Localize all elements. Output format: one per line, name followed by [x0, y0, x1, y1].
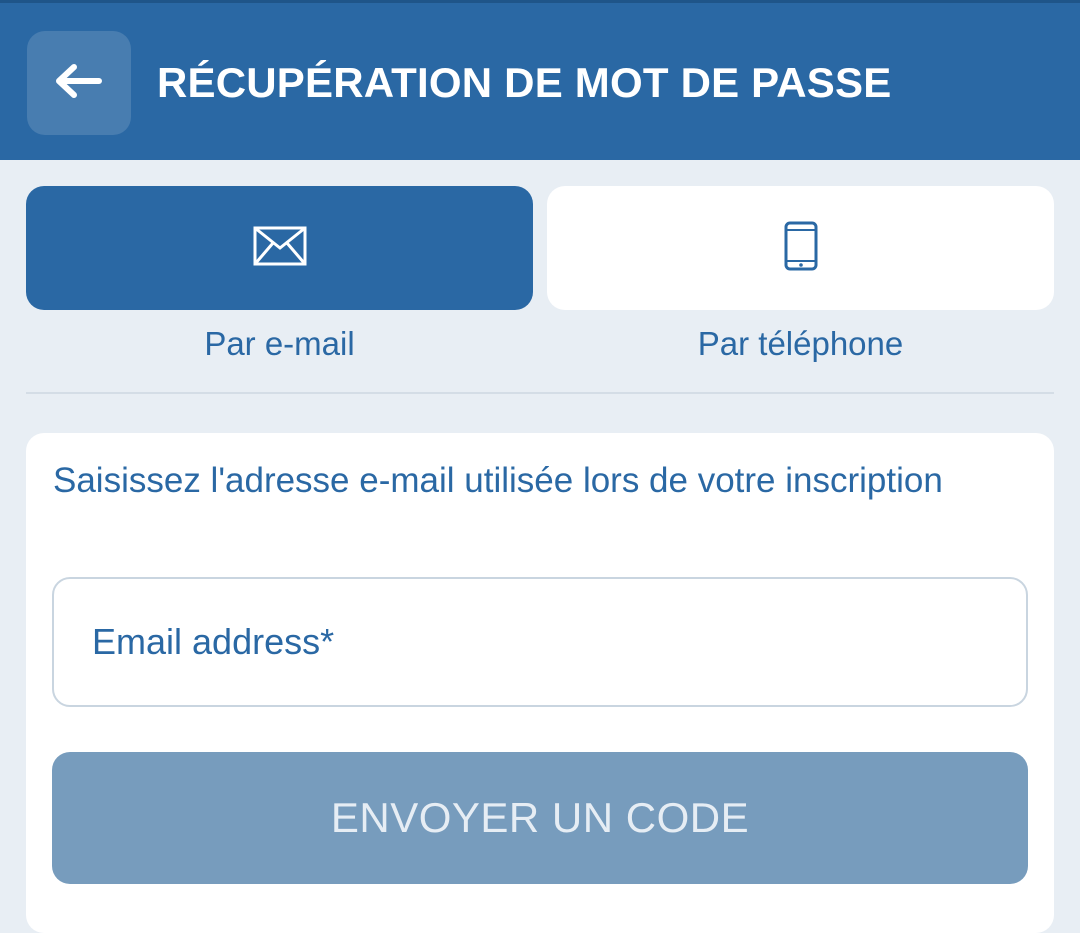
email-field[interactable] — [52, 577, 1028, 707]
smartphone-icon — [784, 221, 818, 276]
tab-phone-label[interactable]: Par téléphone — [547, 320, 1054, 368]
form-instruction: Saisissez l'adresse e-mail utilisée lors… — [53, 461, 943, 500]
send-code-button[interactable]: ENVOYER UN CODE — [52, 752, 1028, 884]
tab-email-label[interactable]: Par e-mail — [26, 320, 533, 368]
arrow-left-icon — [55, 63, 103, 104]
page-title: RÉCUPÉRATION DE MOT DE PASSE — [157, 59, 892, 106]
tab-email[interactable] — [26, 186, 533, 310]
tab-phone[interactable] — [547, 186, 1054, 310]
app-header: RÉCUPÉRATION DE MOT DE PASSE — [0, 0, 1080, 160]
back-button[interactable] — [27, 31, 131, 135]
divider — [26, 392, 1054, 394]
envelope-icon — [253, 226, 307, 271]
